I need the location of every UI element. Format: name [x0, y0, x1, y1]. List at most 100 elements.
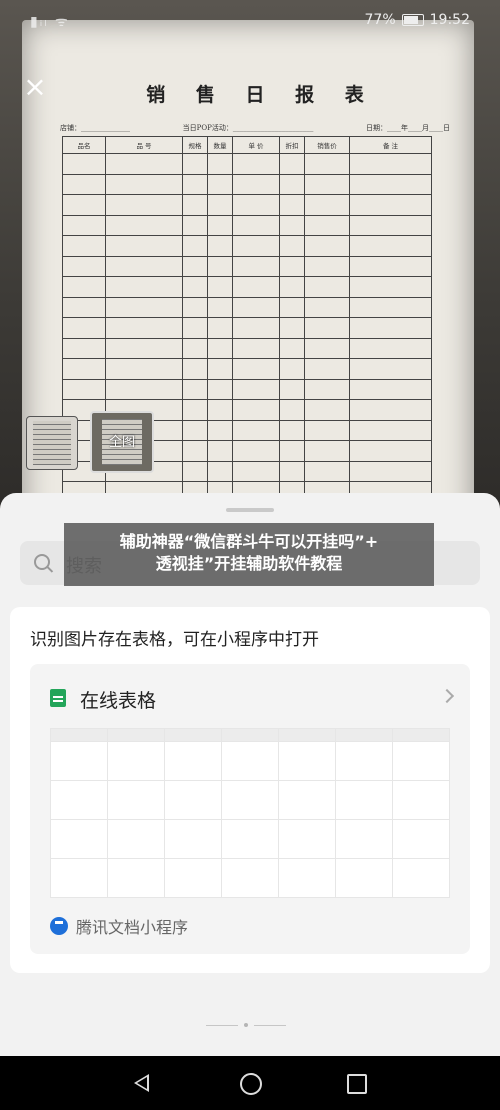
table-cell — [182, 399, 208, 421]
table-cell — [207, 317, 233, 339]
table-cell — [232, 358, 280, 380]
thumbnail-cropped[interactable] — [26, 416, 78, 470]
table-cell — [279, 358, 305, 380]
table-cell — [349, 378, 432, 400]
table-cell — [232, 214, 280, 236]
table-cell — [105, 255, 183, 277]
table-row — [62, 276, 432, 298]
table-cell — [304, 194, 350, 216]
thumbnail-full[interactable]: 全图 — [90, 411, 154, 473]
chevron-right-icon — [439, 688, 455, 704]
table-cell — [304, 378, 350, 400]
table-cell — [304, 440, 350, 462]
table-row — [62, 214, 432, 236]
col-price: 单 价 — [232, 136, 280, 154]
table-cell — [105, 378, 183, 400]
table-cell — [279, 440, 305, 462]
report-header-line: 店铺：______________ 当日POP活动：______________… — [60, 124, 450, 132]
table-cell — [105, 153, 183, 175]
table-cell — [232, 378, 280, 400]
table-cell — [62, 378, 106, 400]
table-cell — [62, 255, 106, 277]
table-cell — [279, 214, 305, 236]
table-cell — [304, 255, 350, 277]
table-cell — [62, 235, 106, 257]
table-cell — [182, 317, 208, 339]
table-cell — [62, 276, 106, 298]
table-row — [62, 255, 432, 277]
table-cell — [207, 419, 233, 441]
col-qty: 数量 — [207, 136, 233, 154]
table-cell — [105, 173, 183, 195]
table-cell — [207, 378, 233, 400]
col-discount: 折扣 — [279, 136, 305, 154]
table-cell — [182, 419, 208, 441]
thumbnail-full-label: 全图 — [108, 435, 135, 450]
table-cell — [207, 153, 233, 175]
recent-apps-icon[interactable] — [347, 1074, 367, 1094]
col-code: 品 号 — [105, 136, 183, 154]
table-cell — [207, 440, 233, 462]
online-sheet-option[interactable]: 在线表格 腾讯文档小程序 — [30, 664, 470, 954]
caption-line-1: 辅助神器“微信群斗牛可以开挂吗”+ — [119, 532, 379, 551]
table-cell — [349, 276, 432, 298]
table-cell — [182, 235, 208, 257]
back-icon[interactable] — [134, 1074, 149, 1092]
table-cell — [279, 460, 305, 482]
table-row — [62, 173, 432, 195]
battery-icon — [401, 14, 424, 26]
table-row — [62, 194, 432, 216]
table-cell — [279, 378, 305, 400]
table-cell — [304, 296, 350, 318]
table-row — [62, 235, 432, 257]
table-cell — [232, 276, 280, 298]
table-cell — [349, 337, 432, 359]
table-cell — [304, 214, 350, 236]
table-row — [62, 153, 432, 175]
col-sale-price: 销售价 — [304, 136, 350, 154]
sheet-preview — [50, 728, 450, 898]
table-cell — [279, 419, 305, 441]
signal-indicators: ▮ᵢₗ ᯤ — [30, 14, 70, 30]
table-cell — [232, 440, 280, 462]
report-title: 销 售 日 报 表 — [146, 84, 376, 106]
table-cell — [349, 440, 432, 462]
table-cell — [349, 358, 432, 380]
col-name: 品名 — [62, 136, 106, 154]
table-cell — [349, 255, 432, 277]
table-cell — [349, 419, 432, 441]
table-cell — [279, 153, 305, 175]
table-cell — [349, 173, 432, 195]
sheet-grabber[interactable] — [226, 508, 274, 512]
table-cell — [62, 337, 106, 359]
table-cell — [182, 460, 208, 482]
table-cell — [304, 460, 350, 482]
table-cell — [182, 296, 208, 318]
table-row — [62, 317, 432, 339]
table-cell — [304, 317, 350, 339]
table-row — [62, 296, 432, 318]
table-row — [62, 358, 432, 380]
table-cell — [207, 276, 233, 298]
table-cell — [349, 317, 432, 339]
table-cell — [105, 296, 183, 318]
table-cell — [279, 235, 305, 257]
thumbnail-image — [33, 421, 71, 465]
table-cell — [182, 173, 208, 195]
table-cell — [232, 337, 280, 359]
table-cell — [232, 173, 280, 195]
table-row — [62, 337, 432, 359]
miniprogram-label: 腾讯文档小程序 — [76, 918, 189, 937]
table-cell — [105, 235, 183, 257]
table-cell — [349, 194, 432, 216]
table-cell — [304, 399, 350, 421]
table-cell — [105, 317, 183, 339]
table-cell — [207, 194, 233, 216]
table-cell — [304, 419, 350, 441]
table-cell — [232, 419, 280, 441]
table-cell — [304, 235, 350, 257]
table-cell — [182, 276, 208, 298]
close-icon[interactable]: × — [22, 73, 48, 101]
home-icon[interactable] — [240, 1073, 262, 1095]
table-cell — [62, 153, 106, 175]
